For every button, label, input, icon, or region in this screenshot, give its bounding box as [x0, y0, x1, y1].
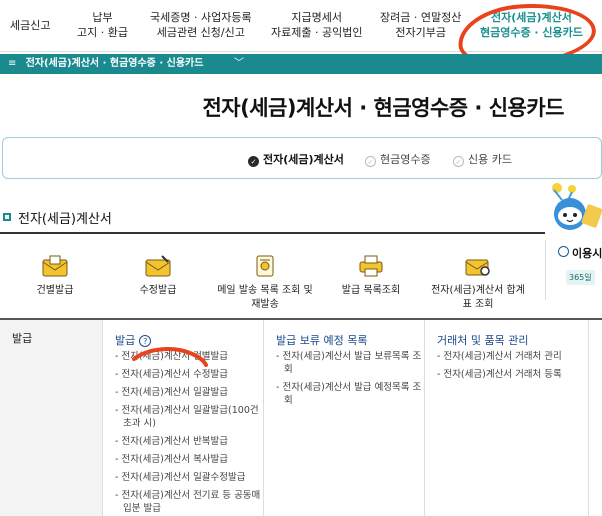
menu-item[interactable]: - 전자(세금)계산서 반복발급: [115, 435, 263, 448]
check-icon: ✓: [453, 156, 464, 167]
quick-label: 전자(세금)계산서 합계표 조회: [431, 285, 525, 310]
quick-issue-single[interactable]: 건별발급: [10, 254, 100, 298]
usage-hours-box: 이용시 365일: [545, 240, 602, 300]
menu-column-header[interactable]: 발급 보류 예정 목록: [276, 332, 367, 348]
quick-issue-modify[interactable]: 수정발급: [113, 254, 203, 298]
menu-item[interactable]: - 전자(세금)계산서 거래처 관리: [437, 350, 562, 363]
page-title: 전자(세금)계산서 · 현금영수증 · 신용카드: [202, 96, 564, 120]
quick-label: 건별발급: [36, 285, 74, 296]
tab-credit-card[interactable]: ✓ 신용 카드: [453, 151, 512, 167]
nav-certificates-line1: 국세증명 · 사업자등록: [150, 11, 252, 24]
envelope-icon: [42, 255, 68, 277]
envelope-edit-icon: [145, 255, 171, 277]
breadcrumb-label[interactable]: 전자(세금)계산서 · 현금영수증 · 신용카드: [26, 58, 204, 69]
menu-column-clients: 거래처 및 품목 관리 - 전자(세금)계산서 거래처 관리 - 전자(세금)계…: [426, 320, 589, 516]
usage-hours-title: 이용시: [572, 247, 602, 260]
chevron-down-icon[interactable]: ﹀: [234, 54, 244, 74]
nav-incentives-line1: 장려금 · 연말정산: [380, 11, 462, 24]
menu-side-header: 발급: [0, 320, 103, 516]
check-icon: ✓: [248, 156, 259, 167]
quick-summary-table[interactable]: 전자(세금)계산서 합계표 조회: [430, 254, 526, 312]
tab-label: 전자(세금)계산서: [263, 153, 344, 166]
quick-issue-list[interactable]: 발급 목록조회: [326, 254, 416, 298]
menu-item[interactable]: - 전자(세금)계산서 일괄발급: [115, 386, 263, 399]
nav-certificates-line2: 세금관련 신청/신고: [156, 26, 245, 39]
nav-incentives[interactable]: 장려금 · 연말정산 전자기부금: [380, 10, 461, 40]
usage-hours-badge: 365일: [566, 270, 595, 285]
nav-payment-line2: 고지 · 환급: [77, 26, 128, 39]
menu-icon[interactable]: ≡: [8, 58, 16, 69]
menu-grid: 발급 발급? - 전자(세금)계산서 건별발급 - 전자(세금)계산서 수정발급…: [0, 318, 602, 516]
nav-payment-statements-line1: 지급명세서: [291, 11, 343, 24]
nav-payment-statements-line2: 자료제출 · 공익법인: [271, 26, 363, 39]
printer-icon: [359, 255, 383, 277]
quick-label: 수정발급: [139, 285, 177, 296]
menu-item[interactable]: - 전자(세금)계산서 발급 보류목록 조회: [276, 350, 424, 376]
tab-box: ✓ 전자(세금)계산서 ✓ 현금영수증 ✓ 신용 카드: [2, 137, 602, 179]
nav-tax-filing[interactable]: 세금신고: [10, 18, 50, 33]
menu-item[interactable]: - 전자(세금)계산서 전기료 등 공동매입분 발급: [115, 489, 263, 515]
tab-label: 신용 카드: [468, 153, 512, 166]
nav-payment[interactable]: 납부 고지 · 환급: [77, 10, 128, 40]
section-marker: [3, 213, 11, 221]
nav-payment-line1: 납부: [92, 11, 113, 24]
menu-column-header[interactable]: 거래처 및 품목 관리: [437, 332, 528, 348]
section-divider: [0, 232, 545, 234]
annotation-scribble: [132, 347, 208, 367]
menu-item[interactable]: - 전자(세금)계산서 수정발급: [115, 368, 263, 381]
nav-payment-statements[interactable]: 지급명세서 자료제출 · 공익법인: [271, 10, 362, 40]
nav-certificates[interactable]: 국세증명 · 사업자등록 세금관련 신청/신고: [150, 10, 252, 40]
scroll-icon: [256, 255, 274, 277]
quick-mail-resend[interactable]: 메일 발송 목록 조회 및 재발송: [215, 254, 315, 312]
menu-item[interactable]: - 전자(세금)계산서 거래처 등록: [437, 368, 562, 381]
menu-item[interactable]: - 전자(세금)계산서 일괄발급(100건 초과 시): [115, 404, 263, 430]
section-title: 전자(세금)계산서: [18, 212, 112, 227]
nav-incentives-line2: 전자기부금: [395, 26, 446, 39]
menu-item[interactable]: - 전자(세금)계산서 발급 예정목록 조회: [276, 381, 424, 407]
quick-label: 메일 발송 목록 조회 및 재발송: [217, 285, 313, 310]
menu-column-pending: 발급 보류 예정 목록 - 전자(세금)계산서 발급 보류목록 조회 - 전자(…: [265, 320, 425, 516]
menu-item[interactable]: - 전자(세금)계산서 복사발급: [115, 453, 263, 466]
envelope-search-icon: [465, 259, 490, 276]
tab-label: 현금영수증: [380, 153, 431, 166]
tab-cash-receipt[interactable]: ✓ 현금영수증: [365, 151, 431, 167]
breadcrumb-bar: ≡ 전자(세금)계산서 · 현금영수증 · 신용카드 ﹀: [0, 54, 602, 74]
mascot-icon: [552, 183, 602, 230]
check-icon: ✓: [365, 156, 376, 167]
menu-side-label: 발급: [12, 332, 33, 345]
quick-label: 발급 목록조회: [341, 285, 401, 296]
menu-item[interactable]: - 전자(세금)계산서 일괄수정발급: [115, 471, 263, 484]
tab-e-tax-invoice[interactable]: ✓ 전자(세금)계산서: [248, 151, 344, 167]
clock-icon: [558, 246, 569, 257]
